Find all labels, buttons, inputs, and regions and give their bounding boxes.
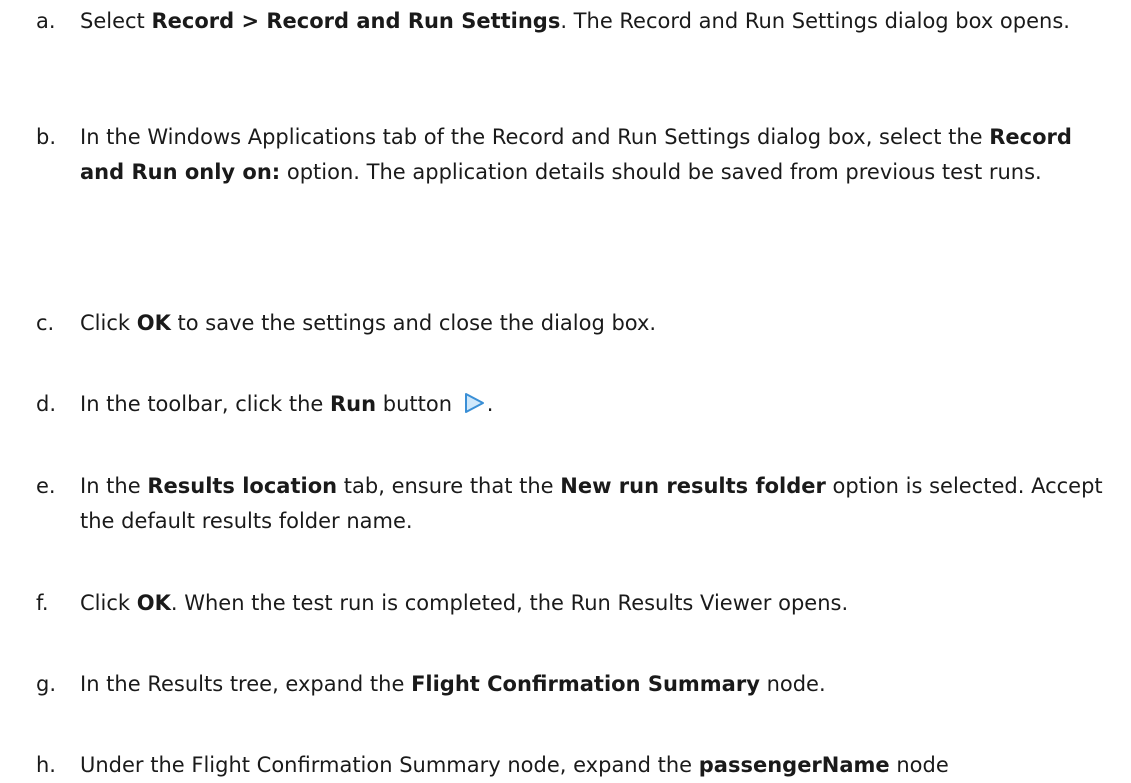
text-run: Click: [80, 311, 137, 335]
text-run: In the: [80, 474, 148, 498]
text-run: . When the test run is completed, the Ru…: [170, 591, 849, 615]
emphasis-text: OK: [136, 311, 171, 335]
emphasis-text: New run results folder: [560, 474, 826, 498]
step-marker: b.: [36, 125, 57, 149]
emphasis-text: Flight Confirmation Summary: [411, 672, 760, 696]
emphasis-text: passengerName: [698, 753, 890, 777]
step-marker: a.: [36, 9, 56, 33]
text-run: Click: [80, 591, 137, 615]
text-run: button: [376, 392, 459, 416]
text-run: In the toolbar, click the: [80, 392, 331, 416]
text-run: to save the settings and close the dialo…: [170, 311, 657, 335]
step-text: Click OK. When the test run is completed…: [80, 586, 1110, 621]
emphasis-text: Run: [330, 392, 377, 416]
step-text: In the toolbar, click the Run button .: [80, 387, 1110, 422]
step-marker: c.: [36, 311, 55, 335]
step-text: In the Results tree, expand the Flight C…: [80, 667, 1110, 702]
text-run: Under the Flight Confirmation Summary no…: [80, 753, 699, 777]
step-text: Under the Flight Confirmation Summary no…: [80, 748, 1110, 783]
step-marker: g.: [36, 672, 57, 696]
run-icon: [461, 392, 487, 414]
step-text: In the Results location tab, ensure that…: [80, 469, 1110, 539]
step-marker: e.: [36, 474, 56, 498]
text-run: node.: [759, 672, 826, 696]
step-text: Select Record > Record and Run Settings.…: [80, 4, 1110, 39]
emphasis-text: OK: [136, 591, 171, 615]
step-text: Click OK to save the settings and close …: [80, 306, 1110, 341]
text-run: node: [889, 753, 949, 777]
emphasis-text: Record > Record and Run Settings: [151, 9, 561, 33]
emphasis-text: Results location: [147, 474, 338, 498]
text-run: .: [486, 392, 494, 416]
text-run: option. The application details should b…: [280, 160, 1042, 184]
text-run: In the Results tree, expand the: [80, 672, 412, 696]
text-run: tab, ensure that the: [337, 474, 561, 498]
text-run: Select: [80, 9, 152, 33]
step-marker: h.: [36, 753, 56, 777]
step-marker: d.: [36, 392, 57, 416]
step-marker: f.: [36, 591, 49, 615]
text-run: . The Record and Run Settings dialog box…: [560, 9, 1070, 33]
text-run: In the Windows Applications tab of the R…: [80, 125, 990, 149]
step-text: In the Windows Applications tab of the R…: [80, 120, 1110, 190]
